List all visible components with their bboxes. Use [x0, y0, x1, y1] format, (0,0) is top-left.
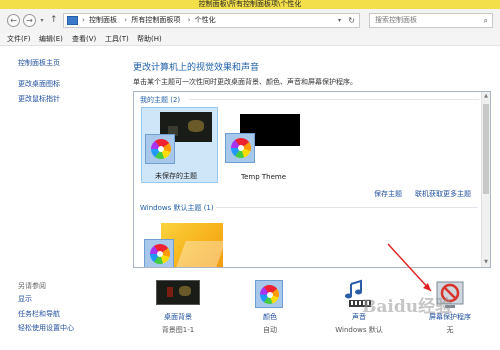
sidebar-change-desktop-icons[interactable]: 更改桌面图标 — [18, 79, 60, 89]
menu-bar: 文件(F) 编辑(E) 查看(V) 工具(T) 帮助(H) — [0, 33, 500, 46]
address-dropdown-icon[interactable]: ▾ — [338, 14, 341, 27]
group-divider — [189, 99, 479, 100]
scrollbar-thumb[interactable] — [483, 104, 489, 194]
breadcrumb-personalization[interactable]: 个性化 — [195, 16, 216, 24]
option-label: 桌面背景 — [164, 313, 192, 321]
scroll-down-icon[interactable]: ▼ — [482, 258, 490, 267]
windows-themes-label: Windows 默认主题 (1) — [140, 204, 214, 212]
search-placeholder: 搜索控制面板 — [375, 16, 417, 24]
palette-icon — [145, 134, 175, 164]
get-more-themes-link[interactable]: 联机获取更多主题 — [415, 189, 471, 199]
sidebar-control-panel-home[interactable]: 控制面板主页 — [18, 58, 60, 68]
menu-view[interactable]: 查看(V) — [72, 33, 96, 45]
recent-pages-icon[interactable]: ▾ — [38, 17, 46, 25]
my-themes-label: 我的主题 (2) — [140, 96, 181, 104]
breadcrumb-separator: › — [124, 16, 128, 24]
option-value: 自动 — [263, 326, 277, 334]
option-value: 无 — [446, 326, 454, 334]
palette-icon — [225, 133, 255, 163]
themes-list[interactable]: 我的主题 (2) 未保存的主题 Temp Theme 保存主题 联机获取更多主题… — [133, 91, 491, 268]
breadcrumb-control-panel[interactable]: 控制面板 — [89, 16, 117, 24]
menu-edit[interactable]: 编辑(E) — [39, 33, 63, 45]
see-also-ease-of-access[interactable]: 轻松使用设置中心 — [18, 323, 74, 333]
theme-name: Temp Theme — [241, 173, 287, 181]
wallpaper-detail — [188, 120, 204, 132]
color-palette-icon — [255, 280, 283, 308]
see-also-taskbar-navigation[interactable]: 任务栏和导航 — [18, 309, 60, 319]
menu-tools[interactable]: 工具(T) — [105, 33, 129, 45]
page-title: 更改计算机上的视觉效果和声音 — [133, 63, 260, 73]
refresh-icon[interactable]: ↻ — [348, 14, 355, 27]
theme-card-windows[interactable] — [141, 219, 226, 267]
desktop-background-option[interactable]: 桌面背景 背景图1-1 — [148, 278, 208, 338]
color-option[interactable]: 颜色 自动 — [240, 278, 300, 338]
option-label: 颜色 — [263, 313, 277, 321]
group-divider — [216, 207, 478, 208]
breadcrumb-all-items[interactable]: 所有控制面板项 — [131, 16, 180, 24]
breadcrumb-separator: › — [187, 16, 191, 24]
window-title: 控制面板\所有控制面板项\个性化 — [198, 0, 302, 8]
theme-card-unsaved[interactable]: 未保存的主题 — [141, 107, 218, 183]
option-value: Windows 默认 — [335, 326, 383, 334]
palette-icon — [144, 239, 174, 267]
scroll-up-icon[interactable]: ▲ — [482, 92, 490, 101]
address-row: ← → ▾ ↑ › 控制面板 › 所有控制面板项 › 个性化 ▾ ↻ 搜索控制面… — [0, 9, 500, 33]
scrollbar[interactable]: ▲ ▼ — [481, 92, 490, 267]
menu-help[interactable]: 帮助(H) — [137, 33, 162, 45]
breadcrumb: › 控制面板 › 所有控制面板项 › 个性化 — [82, 14, 218, 27]
menu-file[interactable]: 文件(F) — [7, 33, 31, 45]
see-also-display[interactable]: 显示 — [18, 294, 32, 304]
theme-name: 未保存的主题 — [155, 172, 197, 180]
back-icon[interactable]: ← — [7, 14, 20, 27]
forward-icon[interactable]: → — [23, 14, 36, 27]
address-bar[interactable]: › 控制面板 › 所有控制面板项 › 个性化 ▾ ↻ — [63, 13, 360, 28]
see-also-heading: 另请参阅 — [18, 282, 46, 290]
page-description: 单击某个主题可一次性同时更改桌面背景、颜色、声音和屏幕保护程序。 — [133, 78, 357, 86]
desktop-background-icon — [156, 280, 200, 305]
watermark: Baidu经验 — [362, 297, 453, 317]
title-bar: 控制面板\所有控制面板项\个性化 — [0, 0, 500, 9]
control-panel-icon — [67, 16, 78, 25]
breadcrumb-separator: › — [82, 16, 85, 24]
option-value: 背景图1-1 — [161, 326, 195, 334]
save-theme-link[interactable]: 保存主题 — [374, 189, 402, 199]
up-icon[interactable]: ↑ — [50, 15, 58, 25]
theme-card-temp[interactable]: Temp Theme — [224, 107, 301, 183]
wallpaper-detail — [176, 241, 226, 267]
sidebar-change-mouse-pointer[interactable]: 更改鼠标指针 — [18, 94, 60, 104]
search-icon[interactable]: ⌕ — [484, 14, 488, 27]
search-input[interactable]: 搜索控制面板 ⌕ — [369, 13, 493, 28]
